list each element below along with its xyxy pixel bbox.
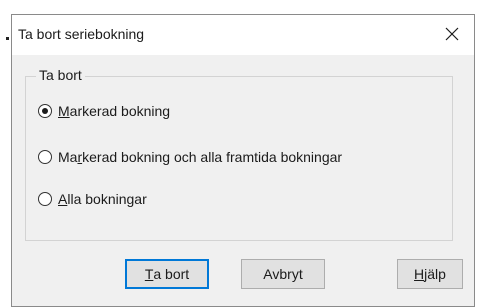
radio-label-selected-and-future: Markerad bokning och alla framtida bokni… bbox=[58, 149, 343, 165]
radio-button-checked[interactable] bbox=[38, 104, 52, 118]
group-legend: Ta bort bbox=[36, 67, 85, 83]
radio-label-all-bookings: Alla bokningar bbox=[58, 191, 147, 207]
radio-button[interactable] bbox=[38, 192, 52, 206]
dialog-title: Ta bort seriebokning bbox=[18, 26, 145, 42]
radio-selected-booking[interactable]: Markerad bokning bbox=[38, 101, 170, 121]
help-button[interactable]: Hjälp bbox=[397, 259, 463, 289]
title-bar: Ta bort seriebokning bbox=[12, 15, 474, 55]
delete-button[interactable]: Ta bort bbox=[125, 259, 209, 289]
radio-button[interactable] bbox=[38, 150, 52, 164]
radio-label-selected-booking: Markerad bokning bbox=[58, 103, 171, 119]
radio-all-bookings[interactable]: Alla bokningar bbox=[38, 189, 147, 209]
screen: Ta bort seriebokning Ta bort Markerad bo… bbox=[0, 0, 488, 307]
close-icon bbox=[445, 27, 459, 41]
cancel-button[interactable]: Avbryt bbox=[241, 259, 325, 289]
radio-selected-and-future[interactable]: Markerad bokning och alla framtida bokni… bbox=[38, 147, 342, 167]
dialog-window: Ta bort seriebokning Ta bort Markerad bo… bbox=[11, 14, 475, 307]
close-button[interactable] bbox=[430, 15, 474, 53]
stray-dot bbox=[6, 37, 9, 40]
